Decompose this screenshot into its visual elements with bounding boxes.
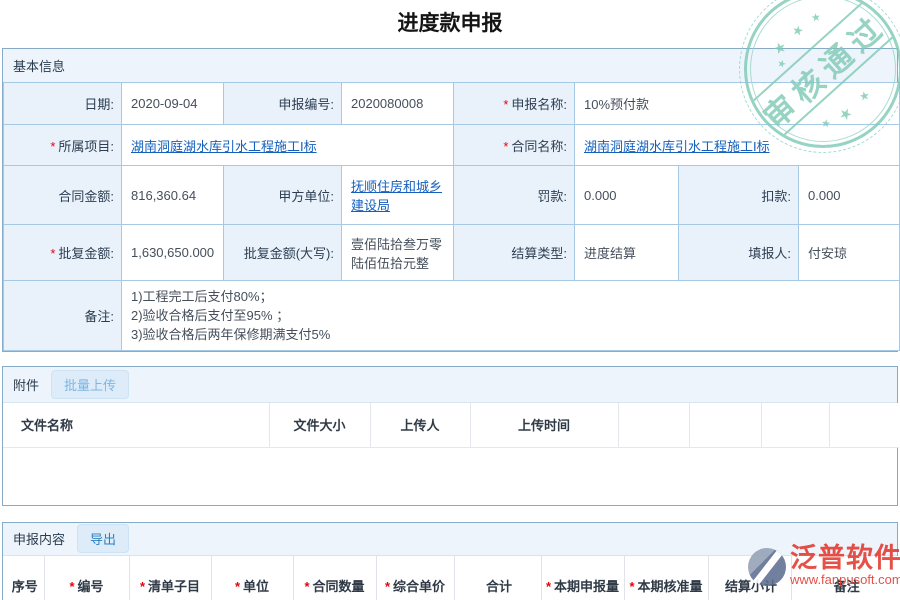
remark-line-2: 2)验收合格后支付至95% ； xyxy=(131,306,893,325)
remark-line-3: 3)验收合格后两年保修期满支付5% xyxy=(131,325,893,344)
required-mark: * xyxy=(385,579,390,594)
attachments-section: 附件 批量上传 文件名称 文件大小 上传人 上传时间 xyxy=(2,366,898,506)
col-unit: *单位 xyxy=(211,556,293,600)
settle-type-label: 结算类型: xyxy=(454,225,575,281)
declaration-section-title: 申报内容 xyxy=(13,529,65,548)
required-mark: * xyxy=(50,246,55,261)
contract-name-label: *合同名称: xyxy=(454,125,575,166)
batch-upload-button[interactable]: 批量上传 xyxy=(51,370,129,399)
col-unit-price: *综合单价 xyxy=(376,556,454,600)
remark-value: 1)工程完工后支付80%； 2)验收合格后支付至95% ； 3)验收合格后两年保… xyxy=(122,281,900,351)
col-empty-1 xyxy=(618,403,689,447)
required-mark: * xyxy=(629,579,634,594)
declaration-table: 序号 *编号 *清单子目 *单位 *合同数量 *综合单价 合计 *本期申报量 *… xyxy=(3,556,899,600)
declaration-section-header: 申报内容 导出 xyxy=(3,523,897,556)
basic-row-remark: 备注: 1)工程完工后支付80%； 2)验收合格后支付至95% ； 3)验收合格… xyxy=(4,281,900,351)
required-mark: * xyxy=(503,97,508,112)
basic-row-3: 合同金额: 816,360.64 甲方单位: 抚顺住房和城乡建设局 罚款: 0.… xyxy=(4,166,900,225)
export-button[interactable]: 导出 xyxy=(77,524,129,553)
declaration-header-row: 序号 *编号 *清单子目 *单位 *合同数量 *综合单价 合计 *本期申报量 *… xyxy=(3,556,899,600)
declare-no-value: 2020080008 xyxy=(342,83,454,125)
required-mark: * xyxy=(304,579,309,594)
contract-name-link[interactable]: 湖南洞庭湖水库引水工程施工I标 xyxy=(584,139,770,154)
basic-info-section-header: 基本信息 xyxy=(3,49,897,82)
basic-info-table: 日期: 2020-09-04 申报编号: 2020080008 *申报名称: 1… xyxy=(3,82,900,351)
declare-name-label: *申报名称: xyxy=(454,83,575,125)
deduction-label: 扣款: xyxy=(679,166,799,225)
attachments-header-row: 文件名称 文件大小 上传人 上传时间 xyxy=(3,403,899,447)
col-empty-4 xyxy=(829,403,899,447)
col-period-approved: *本期核准量 xyxy=(624,556,708,600)
approved-caps-value: 壹佰陆拾叁万零陆佰伍拾元整 xyxy=(342,225,454,281)
attachments-table: 文件名称 文件大小 上传人 上传时间 xyxy=(3,403,899,448)
col-remark: 备注 xyxy=(791,556,899,600)
page-title: 进度款申报 xyxy=(0,0,900,48)
preparer-label: 填报人: xyxy=(679,225,799,281)
col-empty-3 xyxy=(761,403,829,447)
basic-row-2: *所属项目: 湖南洞庭湖水库引水工程施工I标 *合同名称: 湖南洞庭湖水库引水工… xyxy=(4,125,900,166)
project-link[interactable]: 湖南洞庭湖水库引水工程施工I标 xyxy=(131,139,317,154)
party-a-link[interactable]: 抚顺住房和城乡建设局 xyxy=(351,179,442,213)
preparer-value: 付安琼 xyxy=(799,225,900,281)
remark-line-1: 1)工程完工后支付80%； xyxy=(131,287,893,306)
party-a-value: 抚顺住房和城乡建设局 xyxy=(342,166,454,225)
attachments-empty-body xyxy=(3,448,897,505)
approved-amount-value: 1,630,650.000 xyxy=(122,225,224,281)
col-settle-subtotal: 结算小计 xyxy=(708,556,791,600)
required-mark: * xyxy=(69,579,74,594)
date-label: 日期: xyxy=(4,83,122,125)
col-file-name: 文件名称 xyxy=(3,403,269,447)
col-contract-qty: *合同数量 xyxy=(293,556,376,600)
col-total: 合计 xyxy=(454,556,541,600)
required-mark: * xyxy=(235,579,240,594)
col-list-item: *清单子目 xyxy=(129,556,211,600)
settle-type-value: 进度结算 xyxy=(575,225,679,281)
col-code: *编号 xyxy=(44,556,129,600)
basic-row-1: 日期: 2020-09-04 申报编号: 2020080008 *申报名称: 1… xyxy=(4,83,900,125)
required-mark: * xyxy=(50,139,55,154)
declare-name-value: 10%预付款 xyxy=(575,83,900,125)
required-mark: * xyxy=(546,579,551,594)
declare-no-label: 申报编号: xyxy=(224,83,342,125)
contract-name-value: 湖南洞庭湖水库引水工程施工I标 xyxy=(575,125,900,166)
col-uploader: 上传人 xyxy=(370,403,470,447)
penalty-value: 0.000 xyxy=(575,166,679,225)
date-value: 2020-09-04 xyxy=(122,83,224,125)
col-period-declared: *本期申报量 xyxy=(541,556,624,600)
contract-amount-label: 合同金额: xyxy=(4,166,122,225)
project-label: *所属项目: xyxy=(4,125,122,166)
approved-caps-label: 批复金额(大写): xyxy=(224,225,342,281)
required-mark: * xyxy=(503,139,508,154)
basic-info-section-title: 基本信息 xyxy=(13,56,65,75)
remark-label: 备注: xyxy=(4,281,122,351)
approved-amount-label: *批复金额: xyxy=(4,225,122,281)
basic-row-4: *批复金额: 1,630,650.000 批复金额(大写): 壹佰陆拾叁万零陆佰… xyxy=(4,225,900,281)
deduction-value: 0.000 xyxy=(799,166,900,225)
contract-amount-value: 816,360.64 xyxy=(122,166,224,225)
col-seq: 序号 xyxy=(3,556,44,600)
attachments-section-header: 附件 批量上传 xyxy=(3,367,897,403)
party-a-label: 甲方单位: xyxy=(224,166,342,225)
col-empty-2 xyxy=(689,403,761,447)
project-value: 湖南洞庭湖水库引水工程施工I标 xyxy=(122,125,454,166)
declaration-section: 申报内容 导出 序号 *编号 *清单子目 *单位 *合同数量 *综合单价 合计 … xyxy=(2,522,898,600)
basic-info-section: 基本信息 日期: 2020-09-04 申报编号: 2020080008 *申报… xyxy=(2,48,898,352)
col-file-size: 文件大小 xyxy=(269,403,370,447)
col-upload-time: 上传时间 xyxy=(470,403,618,447)
penalty-label: 罚款: xyxy=(454,166,575,225)
required-mark: * xyxy=(140,579,145,594)
attachments-section-title: 附件 xyxy=(13,375,39,394)
